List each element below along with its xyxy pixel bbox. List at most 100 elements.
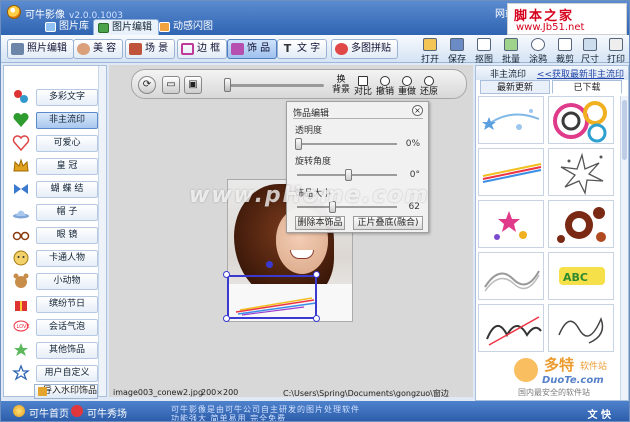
decoration-thumb[interactable] bbox=[548, 148, 614, 196]
decoration-thumb[interactable] bbox=[548, 304, 614, 352]
close-icon[interactable]: × bbox=[412, 105, 423, 116]
redo-icon bbox=[402, 76, 412, 86]
frame-button[interactable]: 边 框 bbox=[177, 39, 228, 59]
actual-size-icon[interactable]: ▣ bbox=[184, 76, 202, 94]
opacity-slider-track[interactable] bbox=[297, 143, 397, 145]
category-crown[interactable]: 皇 冠 bbox=[10, 157, 100, 176]
resize-handle-bl[interactable] bbox=[223, 315, 230, 322]
tab-photo-edit[interactable]: 图片编辑 bbox=[93, 19, 159, 35]
compare-button[interactable]: 对比 bbox=[352, 75, 374, 97]
button-label: 撤销 bbox=[375, 87, 394, 97]
rotate-slider-thumb[interactable] bbox=[345, 169, 352, 181]
tab-photo-library[interactable]: 图片库 bbox=[41, 19, 95, 35]
open-button[interactable]: 打开 bbox=[417, 36, 443, 65]
compare-icon bbox=[358, 76, 368, 86]
resize-button[interactable]: 尺寸 bbox=[577, 36, 603, 65]
tab-latest[interactable]: 最新更新 bbox=[480, 80, 550, 94]
get-latest-link[interactable]: <<获取最新非主流印 bbox=[537, 67, 624, 80]
category-label: 缤纷节日 bbox=[36, 296, 98, 313]
left-scrollbar[interactable] bbox=[98, 66, 106, 396]
category-label: 会话气泡 bbox=[36, 319, 98, 336]
decoration-thumb[interactable] bbox=[478, 96, 544, 144]
batch-button[interactable]: 批量 bbox=[498, 36, 524, 65]
decoration-icon bbox=[231, 43, 244, 55]
photo-library-icon bbox=[45, 22, 56, 32]
restore-button[interactable]: 还原 bbox=[418, 75, 440, 97]
category-speech-bubbles[interactable]: LOVE 会话气泡 bbox=[10, 318, 100, 337]
duote-brand-suffix: 软件站 bbox=[580, 360, 607, 372]
library-header: 非主流印 <<获取最新非主流印 bbox=[476, 66, 628, 80]
fit-screen-icon[interactable]: ▭ bbox=[162, 76, 180, 94]
crop-button[interactable]: 裁剪 bbox=[552, 36, 578, 65]
library-tabs: 最新更新 已下载 bbox=[476, 80, 628, 94]
decoration-thumb[interactable] bbox=[478, 252, 544, 300]
tab-animated-gif[interactable]: 动感闪图 bbox=[155, 19, 219, 35]
save-button[interactable]: 保存 bbox=[444, 36, 470, 65]
doodle-button[interactable]: 涂鸦 bbox=[525, 36, 551, 65]
lace-graphic bbox=[484, 270, 540, 292]
home-link[interactable]: 可牛首页 bbox=[13, 405, 69, 420]
stars-swirl-graphic bbox=[482, 109, 540, 130]
button-label: 照片编辑 bbox=[27, 43, 67, 54]
crop-icon bbox=[558, 38, 572, 51]
scene-button[interactable]: 场 景 bbox=[125, 39, 176, 59]
redo-button[interactable]: 重做 bbox=[396, 75, 418, 97]
category-colorful-text[interactable]: 多彩文字 bbox=[10, 88, 100, 107]
rotate-icon[interactable]: ⟳ bbox=[138, 76, 156, 94]
category-nonmainstream[interactable]: 非主流印 bbox=[10, 111, 100, 130]
decoration-selection-box[interactable] bbox=[227, 275, 317, 319]
category-glasses[interactable]: 眼 镜 bbox=[10, 226, 100, 245]
decoration-category-panel: 多彩文字 非主流印 可爱心 皇 冠 蝴 蝶 结 帽 子 眼 镜 卡通人物 小动物… bbox=[3, 65, 107, 399]
multiply-blend-button[interactable]: 正片叠底(融合) bbox=[353, 216, 423, 230]
resize-handle-tr[interactable] bbox=[313, 271, 320, 278]
decoration-thumb[interactable] bbox=[478, 200, 544, 248]
category-hat[interactable]: 帽 子 bbox=[10, 203, 100, 222]
delete-decoration-button[interactable]: 删除本饰品 bbox=[295, 216, 345, 230]
print-button[interactable]: 打印 bbox=[603, 36, 629, 65]
decoration-edit-dialog: 饰品编辑 × 透明度 0% 旋转角度 0° 饰品大小 62 删除本饰品 正片叠底… bbox=[286, 101, 429, 233]
zoom-slider-thumb[interactable] bbox=[224, 78, 231, 92]
show-link[interactable]: 可牛秀场 bbox=[71, 405, 127, 420]
zoom-slider-track[interactable] bbox=[224, 84, 324, 87]
background-button[interactable]: 换背景 bbox=[330, 75, 352, 97]
category-bow[interactable]: 蝴 蝶 结 bbox=[10, 180, 100, 199]
category-animals[interactable]: 小动物 bbox=[10, 272, 100, 291]
decoration-thumb[interactable] bbox=[548, 96, 614, 144]
beauty-button[interactable]: 美 容 bbox=[73, 39, 124, 59]
button-label: 打印 bbox=[606, 55, 625, 65]
library-title: 非主流印 bbox=[490, 70, 527, 80]
category-festivals[interactable]: 缤纷节日 bbox=[10, 295, 100, 314]
category-label: 可爱心 bbox=[36, 135, 98, 152]
text-button[interactable]: T文 字 bbox=[277, 39, 328, 59]
category-cute-heart[interactable]: 可爱心 bbox=[10, 134, 100, 153]
right-scrollbar-thumb[interactable] bbox=[622, 100, 627, 160]
tab-downloaded[interactable]: 已下载 bbox=[552, 80, 622, 94]
cutout-button[interactable]: 抠图 bbox=[471, 36, 497, 65]
decoration-thumb[interactable] bbox=[478, 304, 544, 352]
undo-button[interactable]: 撤销 bbox=[374, 75, 396, 97]
resize-handle-tl[interactable] bbox=[223, 271, 230, 278]
speech-bubble-icon: LOVE bbox=[13, 320, 30, 332]
restore-icon bbox=[424, 76, 434, 86]
canvas-area: ⟳ ▭ ▣ 换背景 对比 撤销 重做 还原 饰品编辑 × 透明度 0% 旋转角度… bbox=[109, 65, 473, 397]
duote-tagline: 国内最安全的软件站 bbox=[518, 387, 590, 397]
decoration-thumb[interactable] bbox=[478, 148, 544, 196]
photo-edit-button[interactable]: 照片编辑 bbox=[7, 39, 74, 59]
photo-edit-tool-icon bbox=[11, 43, 24, 55]
right-scrollbar[interactable] bbox=[620, 96, 628, 400]
rotate-handle[interactable] bbox=[266, 261, 273, 268]
decoration-thumb[interactable] bbox=[548, 200, 614, 248]
title-bar: 可牛影像v2.0.0.1003 图片库 图片编辑 动感闪图 网站意见 脚本之家 … bbox=[1, 1, 629, 35]
circles-graphic bbox=[553, 101, 607, 143]
collage-button[interactable]: 多图拼贴 bbox=[331, 39, 398, 59]
decoration-thumb[interactable]: ABC bbox=[548, 252, 614, 300]
category-cartoon[interactable]: 卡通人物 bbox=[10, 249, 100, 268]
opacity-slider-thumb[interactable] bbox=[295, 138, 302, 150]
import-watermark-button[interactable]: 导入水印饰品 bbox=[34, 384, 98, 399]
category-custom[interactable]: 用户自定义 bbox=[10, 364, 100, 383]
category-other[interactable]: 其他饰品 bbox=[10, 341, 100, 360]
folder-icon bbox=[423, 38, 437, 51]
decoration-button[interactable]: 饰 品 bbox=[227, 39, 278, 59]
tab-label: 图片库 bbox=[59, 21, 89, 32]
resize-handle-br[interactable] bbox=[313, 315, 320, 322]
